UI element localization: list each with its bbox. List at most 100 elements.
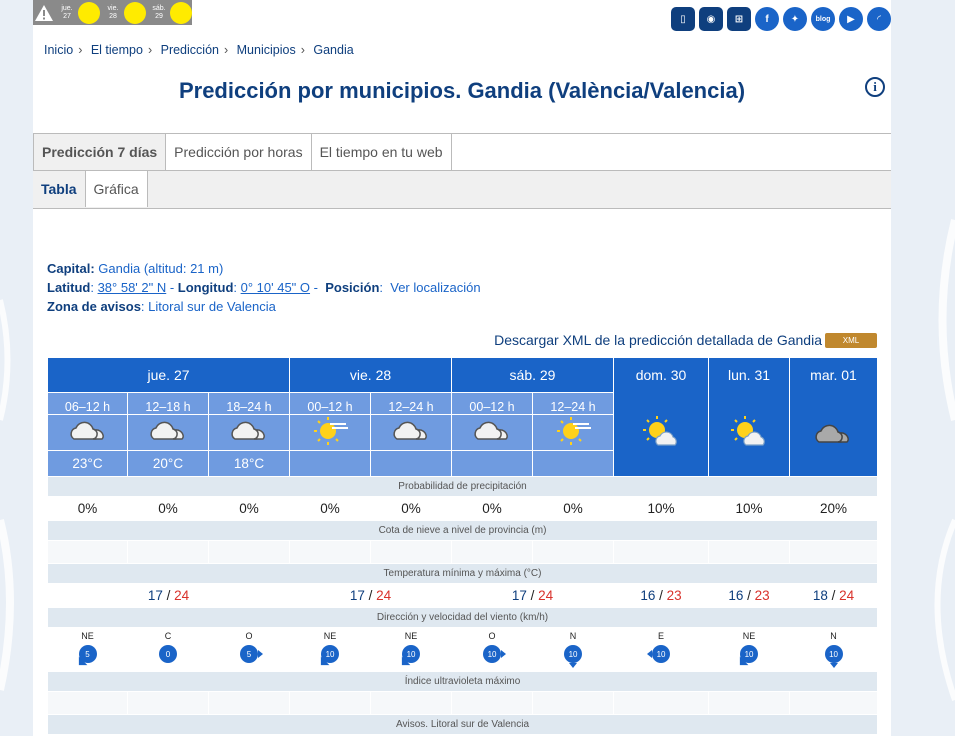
wind-arrow-icon: 10	[564, 645, 583, 668]
warning-day-2[interactable]: vie. 28	[102, 1, 146, 24]
longitude-value[interactable]: 0° 10' 45" O	[241, 280, 310, 295]
location-info: Capital: Gandia (altitud: 21 m) Latitud:…	[47, 261, 481, 314]
position-label: Posición	[325, 280, 380, 295]
precip-value: 0%	[370, 496, 453, 521]
tab-el-tiempo-en-tu-web[interactable]: El tiempo en tu web	[312, 134, 452, 170]
info-icon[interactable]: i	[865, 77, 885, 97]
youtube-icon[interactable]: ▶	[839, 7, 863, 31]
tab-prediccion-7-dias[interactable]: Predicción 7 días	[33, 134, 167, 170]
minmax-value: 17 / 24	[289, 583, 453, 608]
warning-day-label: vie.	[107, 4, 119, 12]
wind-cell: E 10	[613, 627, 710, 672]
day-header: mar. 01	[789, 357, 879, 477]
sitemap-icon[interactable]: ⊞	[727, 7, 751, 31]
cloudy-icon	[47, 414, 128, 451]
wind-cell: NE 10	[370, 627, 453, 672]
latitude-value[interactable]: 38° 58' 2" N	[98, 280, 167, 295]
period-label: 12–24 h	[370, 392, 453, 415]
breadcrumb-gandia: Gandia	[313, 43, 354, 57]
blog-icon[interactable]: blog	[811, 7, 835, 31]
wind-arrow-icon: 5	[74, 645, 97, 670]
wind-cell: N 10	[532, 627, 615, 672]
zone-value[interactable]: Litoral sur de Valencia	[148, 299, 276, 314]
minmax-value: 17 / 24	[46, 583, 291, 608]
snow-header: Cota de nieve a nivel de provincia (m)	[46, 520, 879, 541]
wind-arrow-icon: 10	[824, 645, 843, 668]
precip-value: 0%	[47, 496, 128, 521]
overcast-icon	[811, 420, 855, 451]
facebook-icon[interactable]: f	[755, 7, 779, 31]
forecast-table: jue. 27 vie. 28 sáb. 29 dom. 30 lun. 31 …	[46, 357, 879, 735]
tab-grafica[interactable]: Gráfica	[85, 171, 148, 207]
precip-value: 0%	[532, 496, 615, 521]
tab-tabla[interactable]: Tabla	[33, 171, 86, 207]
breadcrumb-el-tiempo[interactable]: El tiempo	[91, 43, 143, 57]
zone-label: Zona de avisos	[47, 299, 141, 314]
wind-cell: NE 10	[289, 627, 372, 672]
rss-icon[interactable]: ◜	[867, 7, 891, 31]
warning-day-1[interactable]: jue. 27	[56, 1, 100, 24]
warning-icon	[33, 0, 54, 25]
precip-value: 0%	[451, 496, 534, 521]
warning-day-number: 28	[109, 12, 117, 20]
period-label: 12–24 h	[532, 392, 615, 415]
day-header: sáb. 29	[451, 357, 615, 393]
wind-arrow-icon: 5	[240, 645, 263, 663]
breadcrumb-municipios[interactable]: Municipios	[237, 43, 296, 57]
wind-arrow-icon: 10	[397, 645, 421, 670]
wind-arrow-icon: 10	[483, 645, 507, 663]
minmax-value: 16 / 23	[708, 583, 791, 608]
download-xml[interactable]: Descargar XML de la predicción detallada…	[494, 332, 877, 348]
wind-cell: N 10	[789, 627, 879, 672]
temperature-value: 18°C	[207, 450, 291, 477]
precip-value: 10%	[613, 496, 710, 521]
app-icon[interactable]: ◉	[699, 7, 723, 31]
breadcrumb-prediccion[interactable]: Predicción	[161, 43, 219, 57]
day-label: mar. 01	[810, 367, 857, 383]
tab-prediccion-por-horas[interactable]: Predicción por horas	[166, 134, 312, 170]
latitude-label: Latitud	[47, 280, 91, 295]
day-label: dom. 30	[635, 367, 687, 383]
page-title: Predicción por municipios. Gandia (Valèn…	[178, 78, 746, 103]
minmax-value: 16 / 23	[613, 583, 710, 608]
hazy-sun-icon	[289, 414, 372, 451]
capital-value: Gandia (altitud: 21 m)	[98, 261, 224, 276]
breadcrumb: Inicio › El tiempo › Predicción › Municipio…	[44, 43, 354, 57]
page-content: jue. 27 vie. 28 sáb. 29 ▯ ◉ ⊞ f ✦ blog ▶ ◜ …	[33, 0, 891, 736]
xml-badge[interactable]: XML	[825, 332, 877, 348]
main-tabs: Predicción 7 días Predicción por horas E…	[33, 133, 891, 171]
view-tabs: Tabla Gráfica	[33, 171, 891, 209]
wind-cell: O5	[207, 627, 291, 672]
warning-day-number: 29	[155, 12, 163, 20]
temperature-value: 23°C	[47, 450, 128, 477]
cloudy-icon	[207, 414, 291, 451]
warning-day-label: jue.	[61, 4, 73, 12]
wind-header: Dirección y velocidad del viento (km/h)	[46, 607, 879, 628]
twitter-icon[interactable]: ✦	[783, 7, 807, 31]
day-header: vie. 28	[289, 357, 453, 393]
capital-label: Capital:	[47, 261, 95, 276]
ver-localizacion-link[interactable]: Ver localización	[390, 280, 480, 295]
warnings-strip[interactable]: jue. 27 vie. 28 sáb. 29	[33, 0, 192, 25]
wind-arrow-icon: 10	[647, 645, 671, 663]
minmax-value: 18 / 24	[789, 583, 879, 608]
longitude-label: Longitud	[177, 280, 234, 295]
cloudy-icon	[127, 414, 209, 451]
warning-day-3[interactable]: sáb. 29	[148, 1, 192, 24]
warning-level-dot	[124, 1, 146, 24]
uv-header: Índice ultravioleta máximo	[46, 671, 879, 692]
hazy-sun-icon	[532, 414, 615, 451]
period-label: 00–12 h	[451, 392, 534, 415]
cloudy-icon	[370, 414, 453, 451]
day-label: lun. 31	[727, 367, 771, 383]
period-label: 18–24 h	[207, 392, 291, 415]
minmax-header: Temperatura mínima y máxima (°C)	[46, 563, 879, 584]
wind-arrow-icon: 10	[735, 645, 759, 670]
wind-cell: NE 5	[47, 627, 128, 672]
period-label: 12–18 h	[127, 392, 209, 415]
precip-value: 0%	[207, 496, 291, 521]
download-xml-label[interactable]: Descargar XML de la predicción detallada…	[494, 332, 822, 348]
precip-header: Probabilidad de precipitación	[46, 476, 879, 497]
mobile-icon[interactable]: ▯	[671, 7, 695, 31]
breadcrumb-inicio[interactable]: Inicio	[44, 43, 73, 57]
